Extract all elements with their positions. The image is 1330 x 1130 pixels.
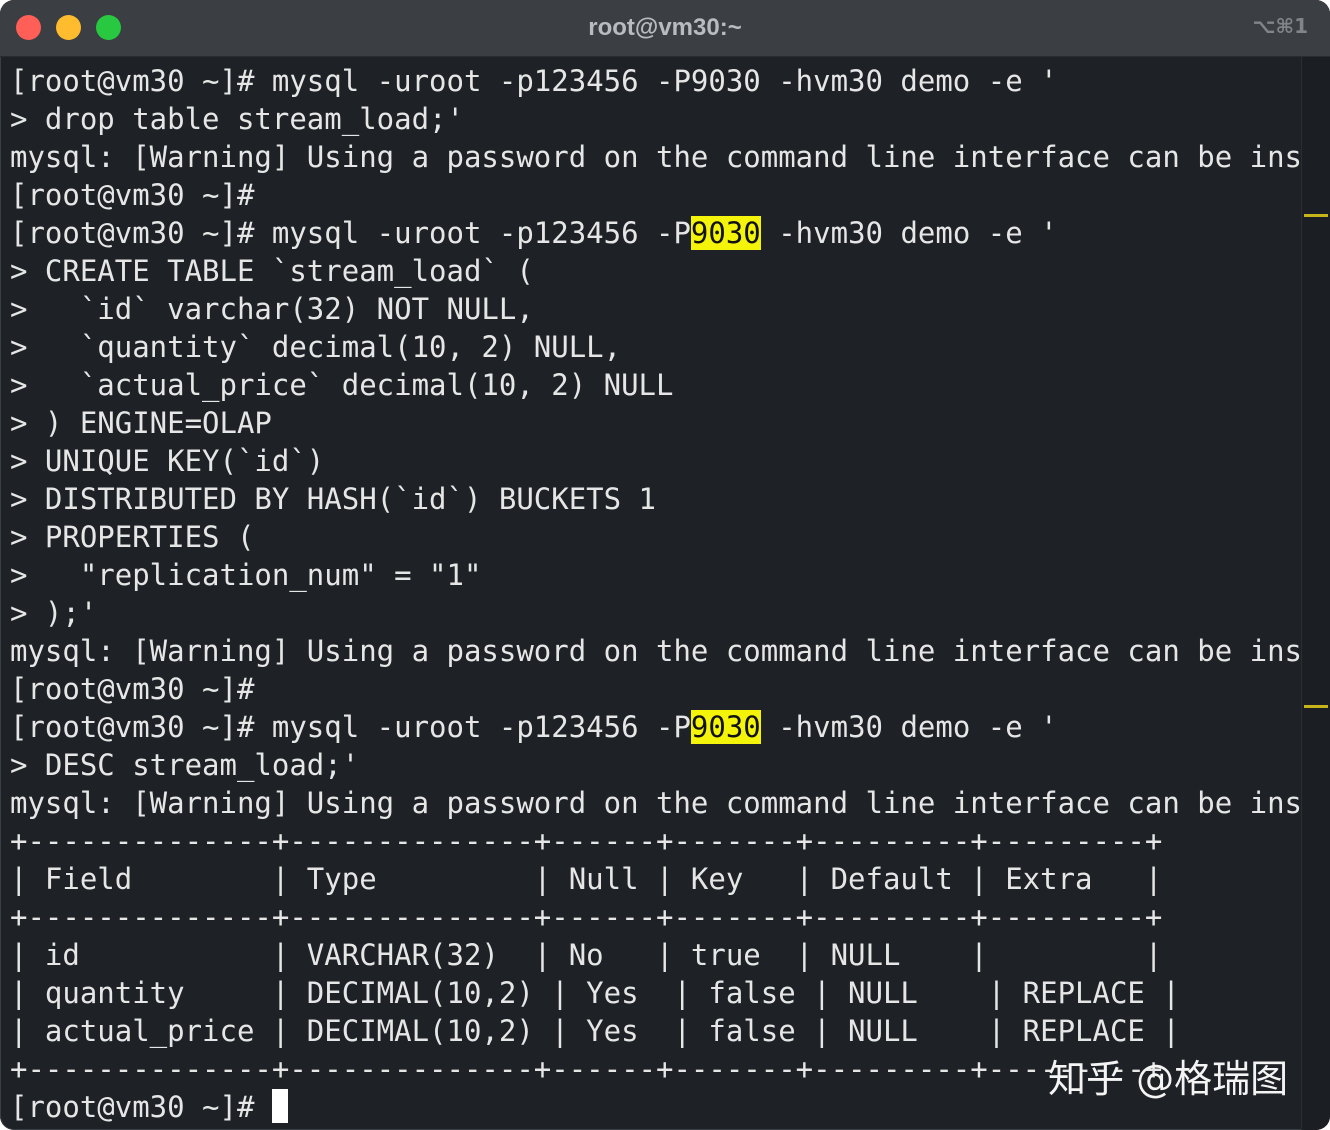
command-text: [root@vm30 ~]# mysql -uroot -p123456 -P bbox=[10, 710, 691, 744]
tab-shortcut-label: ⌥⌘1 bbox=[1252, 14, 1308, 38]
terminal-line: +--------------+--------------+------+--… bbox=[10, 822, 1300, 860]
terminal-line: > ) ENGINE=OLAP bbox=[10, 404, 1300, 442]
terminal-line: | actual_price | DECIMAL(10,2) | Yes | f… bbox=[10, 1012, 1300, 1050]
terminal-line: > DISTRIBUTED BY HASH(`id`) BUCKETS 1 bbox=[10, 480, 1300, 518]
scroll-mark bbox=[1304, 705, 1328, 708]
scrollbar[interactable] bbox=[1301, 57, 1330, 1130]
terminal-line: [root@vm30 ~]# mysql -uroot -p123456 -P9… bbox=[10, 708, 1300, 746]
terminal-line: | id | VARCHAR(32) | No | true | NULL | … bbox=[10, 936, 1300, 974]
terminal-line: > );' bbox=[10, 594, 1300, 632]
scroll-mark bbox=[1304, 214, 1328, 217]
terminal-line: +--------------+--------------+------+--… bbox=[10, 898, 1300, 936]
terminal-line: > UNIQUE KEY(`id`) bbox=[10, 442, 1300, 480]
terminal-window: root@vm30:~ ⌥⌘1 [root@vm30 ~]# mysql -ur… bbox=[0, 0, 1330, 1130]
terminal-line: mysql: [Warning] Using a password on the… bbox=[10, 784, 1300, 822]
terminal-line: > CREATE TABLE `stream_load` ( bbox=[10, 252, 1300, 290]
command-text: -hvm30 demo -e ' bbox=[761, 216, 1058, 250]
command-text: [root@vm30 ~]# mysql -uroot -p123456 -P bbox=[10, 216, 691, 250]
terminal-line: | Field | Type | Null | Key | Default | … bbox=[10, 860, 1300, 898]
terminal-output[interactable]: [root@vm30 ~]# mysql -uroot -p123456 -P9… bbox=[10, 62, 1300, 1128]
terminal-line: [root@vm30 ~]# mysql -uroot -p123456 -P9… bbox=[10, 62, 1300, 100]
terminal-line: > PROPERTIES ( bbox=[10, 518, 1300, 556]
title-bar[interactable]: root@vm30:~ ⌥⌘1 bbox=[0, 0, 1330, 57]
window-title: root@vm30:~ bbox=[0, 14, 1330, 42]
terminal-line: > DESC stream_load;' bbox=[10, 746, 1300, 784]
shell-prompt: [root@vm30 ~]# bbox=[10, 1090, 272, 1124]
terminal-line: > drop table stream_load;' bbox=[10, 100, 1300, 138]
terminal-line: > "replication_num" = "1" bbox=[10, 556, 1300, 594]
terminal-line: > `quantity` decimal(10, 2) NULL, bbox=[10, 328, 1300, 366]
terminal-line: > `id` varchar(32) NOT NULL, bbox=[10, 290, 1300, 328]
terminal-line: > `actual_price` decimal(10, 2) NULL bbox=[10, 366, 1300, 404]
text-cursor bbox=[272, 1089, 288, 1123]
terminal-line: mysql: [Warning] Using a password on the… bbox=[10, 632, 1300, 670]
terminal-line: mysql: [Warning] Using a password on the… bbox=[10, 138, 1300, 176]
watermark: 知乎 @格瑞图 bbox=[1048, 1048, 1288, 1103]
search-highlight: 9030 bbox=[691, 710, 761, 744]
terminal-line: | quantity | DECIMAL(10,2) | Yes | false… bbox=[10, 974, 1300, 1012]
terminal-line: [root@vm30 ~]# bbox=[10, 176, 1300, 214]
terminal-line: [root@vm30 ~]# mysql -uroot -p123456 -P9… bbox=[10, 214, 1300, 252]
search-highlight: 9030 bbox=[691, 216, 761, 250]
command-text: -hvm30 demo -e ' bbox=[761, 710, 1058, 744]
terminal-line: [root@vm30 ~]# bbox=[10, 670, 1300, 708]
